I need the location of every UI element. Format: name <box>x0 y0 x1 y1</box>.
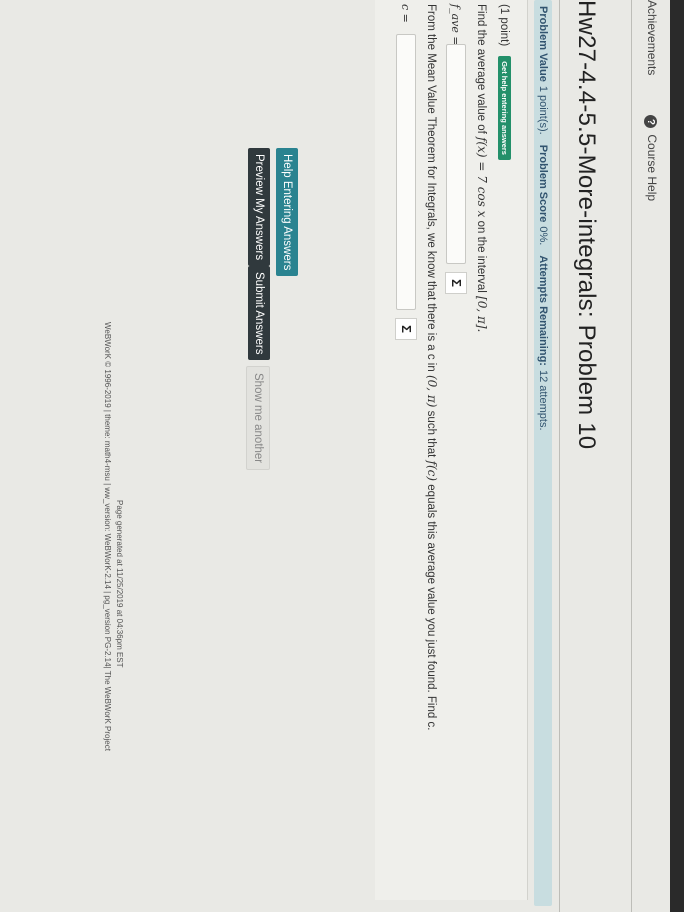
course-help-label: Course Help <box>645 134 660 202</box>
question-circle-icon: ? <box>644 115 658 129</box>
q2-text: From the Mean Value Theorem for Integral… <box>425 4 437 372</box>
question-1: Find the average value of f(x) = 7 cos x… <box>475 4 489 332</box>
nav-bar: Achievements ? Course Help <box>640 0 664 201</box>
q2-mid: such that <box>425 410 437 458</box>
answer-2-row: c = Σ <box>395 4 417 340</box>
divider <box>631 0 632 912</box>
question-2: From the Mean Value Theorem for Integral… <box>425 4 439 730</box>
c-label: c = <box>399 4 413 23</box>
problem-body: (1 point) Get help entering answers Find… <box>375 0 528 900</box>
q2-interval: (0, π) <box>425 374 439 408</box>
fave-answer-input[interactable] <box>446 44 466 264</box>
problem-info-bar: Problem Value 1 point(s). Problem Score … <box>534 0 552 906</box>
score-label: Problem Score <box>537 144 549 223</box>
equation-editor-icon[interactable]: Σ <box>395 318 417 340</box>
q2-post: equals this average value you just found… <box>425 484 437 731</box>
footer-copyright: WeBWorK © 1996-2019 | theme: math4-msu |… <box>103 322 112 751</box>
divider <box>559 0 560 912</box>
c-answer-input[interactable] <box>396 34 416 310</box>
show-another-button[interactable]: Show me another <box>246 366 270 471</box>
q1-function: f(x) = 7 cos x <box>475 136 489 218</box>
value-label: Problem Value <box>537 6 549 82</box>
help-entering-answers-button[interactable]: Help Entering Answers <box>276 148 298 277</box>
preview-answers-button[interactable]: Preview My Answers <box>248 148 270 267</box>
attempts-text: 12 attempts. <box>537 369 549 431</box>
fave-label: f_ave = <box>449 4 463 46</box>
footer-generated: Page generated at 11/25/2019 at 04:36pm … <box>115 500 124 668</box>
q1-text: Find the average value of <box>475 4 487 134</box>
value-text: 1 point(s). <box>537 85 549 135</box>
score-text: 0%. <box>537 226 549 246</box>
top-bar <box>670 0 684 912</box>
q1-mid: on the interval <box>475 220 487 293</box>
get-help-button[interactable]: Get help entering answers <box>498 56 511 160</box>
submit-answers-button[interactable]: Submit Answers <box>248 266 270 361</box>
attempts-label: Attempts Remaining: <box>537 255 549 366</box>
page: Achievements ? Course Help Hw27-4.4-5.5-M… <box>0 0 684 912</box>
achievements-link[interactable]: Achievements <box>645 0 659 75</box>
q2-function: f(c) <box>425 460 439 482</box>
points-text: (1 point) <box>498 4 511 47</box>
q1-interval: [0, π]. <box>475 296 489 333</box>
course-help-link[interactable]: ? Course Help <box>644 115 660 202</box>
page-title: Hw27-4.4-5.5-More-integrals: Problem 10 <box>573 0 600 450</box>
answer-1-row: f_ave = Σ <box>445 4 467 294</box>
points-row: (1 point) Get help entering answers <box>498 4 511 160</box>
equation-editor-icon[interactable]: Σ <box>445 272 467 294</box>
